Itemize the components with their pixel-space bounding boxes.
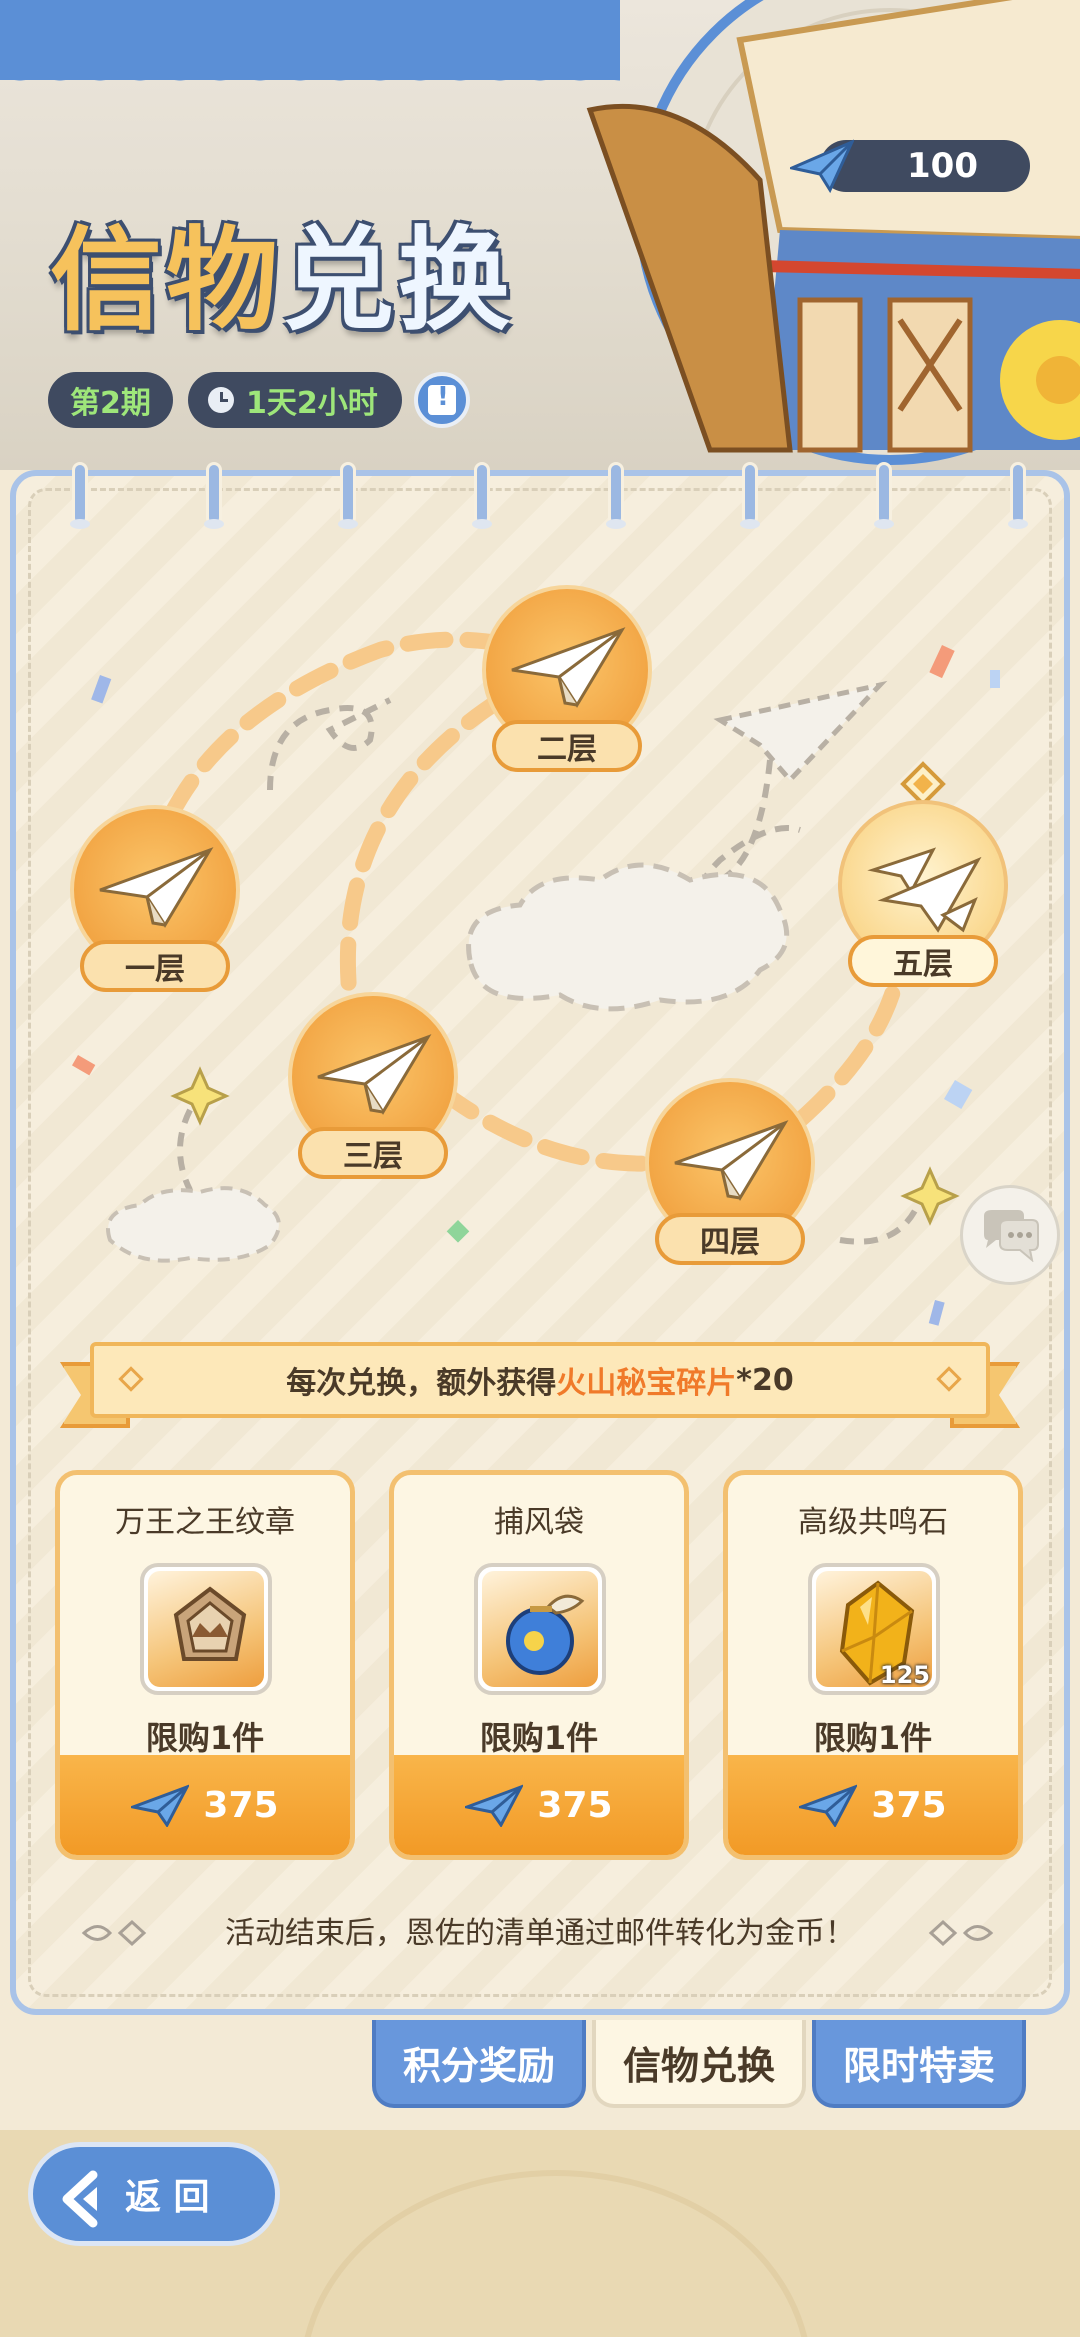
floor-node-1[interactable]: 一层 xyxy=(70,805,240,995)
back-button[interactable]: 返 回 xyxy=(28,2142,280,2246)
shop-item-icon-frame: 125 xyxy=(808,1563,940,1695)
price-value: 375 xyxy=(537,1784,613,1826)
shop-item-card[interactable]: 高级共鸣石 125 限购1件 375 xyxy=(723,1470,1023,1860)
purchase-limit: 限购1件 xyxy=(813,1719,933,1757)
paper-plane-icon xyxy=(511,627,626,708)
ribbon-diamond-icon xyxy=(118,1366,144,1392)
chat-button[interactable] xyxy=(960,1185,1060,1285)
shop-item-card[interactable]: 万王之王纹章 限购1件 375 xyxy=(55,1470,355,1860)
floor-label: 三层 xyxy=(298,1127,448,1179)
footer-note: 活动结束后，恩佐的清单通过邮件转化为金币！ xyxy=(225,1916,855,1951)
chat-bubble-icon xyxy=(984,1210,1039,1262)
bonus-ribbon: 每次兑换，额外获得 火山秘宝碎片 *20 xyxy=(90,1342,990,1418)
tab-token-exchange[interactable]: 信物兑换 xyxy=(592,2020,806,2108)
ornament-right-icon xyxy=(928,1919,994,1947)
floor-node-4[interactable]: 四层 xyxy=(645,1078,815,1268)
price-button[interactable]: 375 xyxy=(60,1755,350,1855)
price-button[interactable]: 375 xyxy=(394,1755,684,1855)
back-label: 返 回 xyxy=(125,2177,210,2218)
paper-plane-icon xyxy=(674,1120,789,1201)
purchase-limit: 限购1件 xyxy=(479,1719,599,1757)
shop-item-name: 高级共鸣石 xyxy=(798,1505,948,1540)
emblem-icon xyxy=(173,1586,247,1661)
price-value: 375 xyxy=(203,1784,279,1826)
purchase-limit: 限购1件 xyxy=(145,1719,265,1757)
paper-plane-currency-icon xyxy=(799,1784,858,1827)
floor-node-3[interactable]: 三层 xyxy=(288,992,458,1182)
floor-label: 一层 xyxy=(80,940,230,992)
ribbon-text-suffix: *20 xyxy=(736,1362,794,1398)
paper-plane-icon xyxy=(317,1034,432,1115)
shop-item-card[interactable]: 捕风袋 限购1件 375 xyxy=(389,1470,689,1860)
floor-label: 四层 xyxy=(655,1213,805,1265)
price-value: 375 xyxy=(871,1784,947,1826)
tab-limited-sale[interactable]: 限时特卖 xyxy=(812,2020,1026,2108)
shop-item-icon-frame xyxy=(474,1563,606,1695)
shop-item-name: 万王之王纹章 xyxy=(115,1505,295,1540)
ribbon-text-prefix: 每次兑换，额外获得 xyxy=(286,1366,557,1401)
shop-item-name: 捕风袋 xyxy=(494,1505,584,1540)
paper-plane-currency-icon xyxy=(131,1784,190,1827)
wind-bag-icon xyxy=(506,1594,585,1675)
floor-label: 五层 xyxy=(848,935,998,987)
multi-paper-plane-icon xyxy=(867,847,982,933)
shop-item-icon-frame xyxy=(140,1563,272,1695)
paper-plane-currency-icon xyxy=(465,1784,524,1827)
paper-plane-icon xyxy=(99,847,214,928)
ribbon-diamond-icon xyxy=(936,1366,962,1392)
price-button[interactable]: 375 xyxy=(728,1755,1018,1855)
tab-points-rewards[interactable]: 积分奖励 xyxy=(372,2020,586,2108)
ribbon-text-highlight: 火山秘宝碎片 xyxy=(556,1366,737,1401)
back-arrow-icon xyxy=(62,2170,98,2228)
floor-node-5[interactable]: 五层 xyxy=(838,761,1008,990)
item-quantity-badge: 125 xyxy=(879,1661,930,1689)
floor-label: 二层 xyxy=(492,720,642,772)
floor-node-2[interactable]: 二层 xyxy=(482,585,652,775)
